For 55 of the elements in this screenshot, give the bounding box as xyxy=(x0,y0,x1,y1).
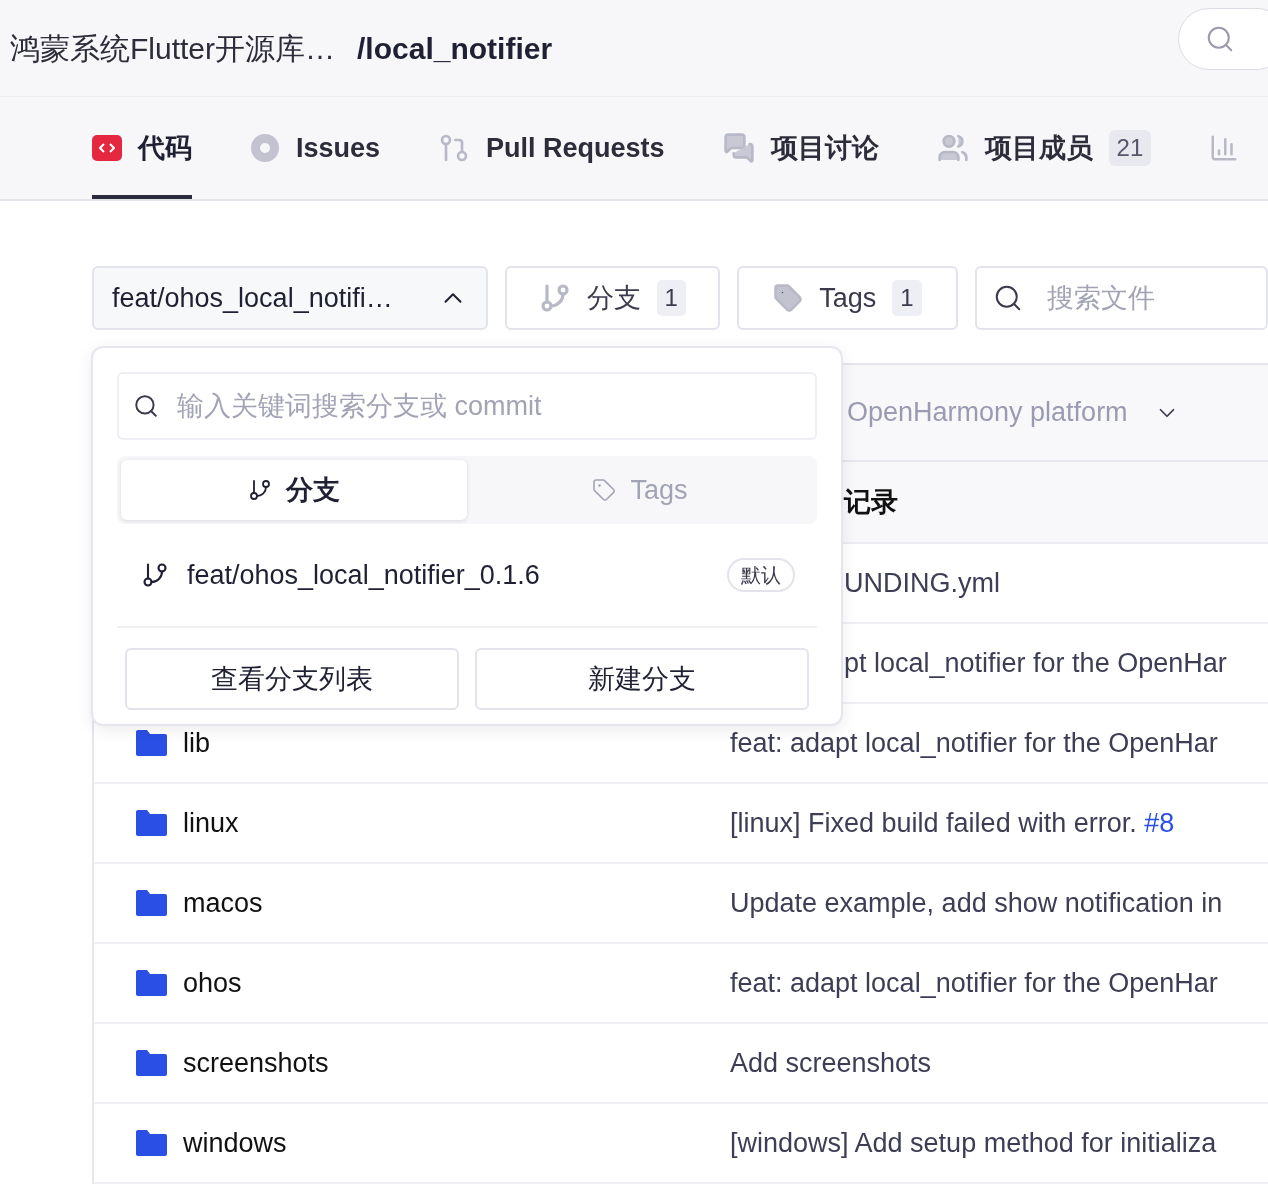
tag-count: 1 xyxy=(892,280,922,316)
branch-icon xyxy=(538,282,571,314)
folder-icon xyxy=(136,970,167,996)
nav-tab[interactable]: 项目成员 21 xyxy=(936,97,1152,199)
tag-icon xyxy=(592,478,617,502)
folder-icon xyxy=(136,730,167,756)
repo-name: /local_notifier xyxy=(357,30,553,67)
branch-icon xyxy=(248,478,272,502)
commit-message: OpenHarmony platform xyxy=(847,396,1128,430)
member-count: 21 xyxy=(1108,130,1152,166)
tags-button[interactable]: Tags 1 xyxy=(736,266,958,330)
default-badge: 默认 xyxy=(727,558,795,592)
folder-name[interactable]: macos xyxy=(183,882,263,924)
search-button[interactable] xyxy=(1178,8,1268,70)
folder-name[interactable]: screenshots xyxy=(183,1042,329,1084)
chat-bubbles-icon xyxy=(722,132,755,164)
tag-icon xyxy=(773,283,804,313)
people-icon xyxy=(936,132,969,164)
issue-circle-icon xyxy=(250,133,280,163)
search-icon xyxy=(133,393,159,419)
folder-icon xyxy=(136,810,167,836)
branch-name[interactable]: feat/ohos_local_notifier_0.1.6 xyxy=(187,554,709,596)
folder-icon xyxy=(136,1050,167,1076)
code-icon xyxy=(92,135,122,161)
commit-message[interactable]: [windows] Add setup method for initializa xyxy=(730,1122,1217,1164)
menu-button[interactable]: 新建分支 xyxy=(475,648,809,710)
branches-button[interactable]: 分支 1 xyxy=(504,266,720,330)
nav-tab[interactable]: 代码 xyxy=(92,97,192,199)
folder-icon xyxy=(136,890,167,916)
branch-icon xyxy=(141,561,169,589)
branch-count: 1 xyxy=(656,280,686,316)
commit-message[interactable]: Add screenshots xyxy=(730,1042,932,1084)
commit-message[interactable]: [linux] Fixed build failed with error. #8 xyxy=(730,802,1175,844)
file-search-field[interactable]: 搜索文件 xyxy=(974,266,1268,330)
issue-link[interactable]: #8 xyxy=(1144,807,1175,838)
column-header: 记录 xyxy=(844,485,898,519)
nav-tab[interactable]: Pull Requests xyxy=(438,97,665,199)
branch-search-field[interactable]: 输入关键词搜索分支或 commit xyxy=(117,372,817,440)
repo-owner[interactable]: 鸿蒙系统Flutter开源库… xyxy=(10,25,336,71)
commit-message[interactable]: pt local_notifier for the OpenHar xyxy=(844,642,1227,684)
commit-message[interactable]: feat: adapt local_notifier for the OpenHar xyxy=(730,962,1218,1004)
folder-name[interactable]: windows xyxy=(183,1122,287,1164)
folder-icon xyxy=(136,1130,167,1156)
commit-message[interactable]: Update example, add show notification in xyxy=(730,882,1223,924)
folder-name[interactable]: ohos xyxy=(183,962,242,1004)
nav-tab[interactable]: 项目讨论 xyxy=(722,97,879,199)
nav-tab[interactable]: Issues xyxy=(250,97,381,199)
commit-message[interactable]: feat: adapt local_notifier for the OpenHar xyxy=(730,722,1218,764)
search-icon xyxy=(1205,24,1235,54)
menu-button[interactable]: 查看分支列表 xyxy=(125,648,459,710)
segment-tab[interactable]: 分支 xyxy=(121,460,467,520)
folder-name[interactable]: linux xyxy=(183,802,239,844)
branch-select[interactable]: feat/ohos_local_notifi… xyxy=(92,266,488,330)
folder-name[interactable]: lib xyxy=(183,722,210,764)
commit-message[interactable]: UNDING.yml xyxy=(844,562,1000,604)
